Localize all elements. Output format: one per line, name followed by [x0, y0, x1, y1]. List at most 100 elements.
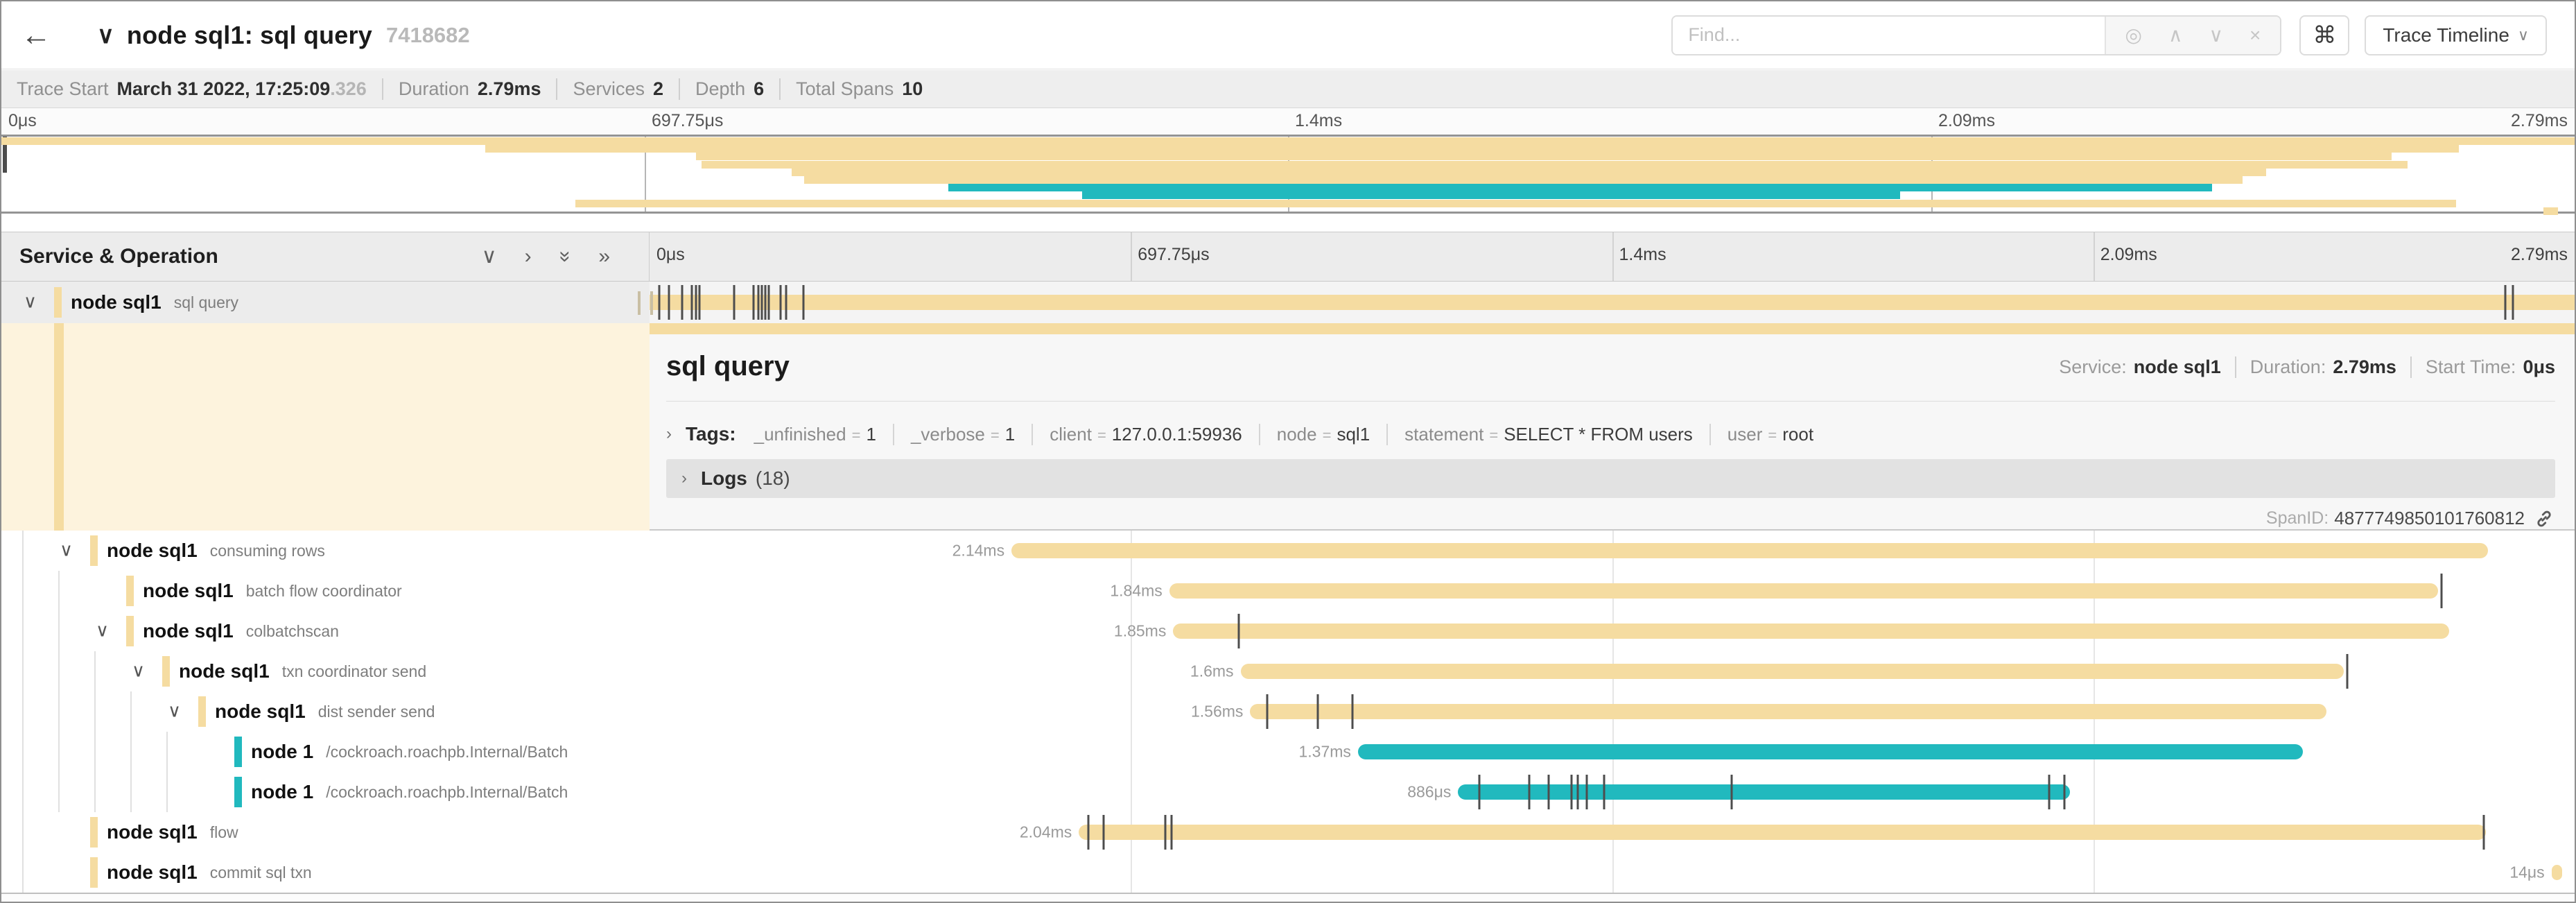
span-bar[interactable] — [1169, 583, 2438, 599]
service-name: node sql1 — [215, 700, 306, 723]
operation-name: dist sender send — [318, 703, 435, 721]
span-name-cell[interactable]: node sql1 commit sql txn — [1, 852, 650, 893]
span-row[interactable]: node sql1 commit sql txn 14μs — [1, 852, 2575, 893]
span-bar-cell[interactable]: 1.37ms — [650, 732, 2575, 772]
span-bar-cell[interactable]: 886μs — [650, 772, 2575, 812]
service-name: node sql1 — [107, 861, 198, 884]
span-row[interactable]: node sql1 colbatchscan ∨ 1.85ms — [1, 611, 2575, 651]
collapse-span-icon[interactable]: ∨ — [60, 539, 73, 560]
span-name-cell[interactable]: node 1 /cockroach.roachpb.Internal/Batch — [1, 732, 650, 772]
overview-label: Start Time: — [2426, 356, 2516, 378]
locate-icon[interactable]: ◎ — [2125, 24, 2142, 46]
time-tick-label: 2.09ms — [1938, 111, 1995, 131]
span-row[interactable]: node 1 /cockroach.roachpb.Internal/Batch… — [1, 772, 2575, 812]
span-name-cell[interactable]: node sql1 sql query ∨ — [1, 282, 650, 323]
log-marker-tick — [1351, 694, 1353, 729]
span-bar[interactable] — [1079, 825, 2486, 840]
span-name-cell[interactable]: node sql1 batch flow coordinator — [1, 571, 650, 611]
logs-row[interactable]: › Logs (18) — [666, 459, 2555, 498]
collapse-span-icon[interactable]: ∨ — [168, 700, 181, 721]
keyboard-shortcuts-button[interactable]: ⌘ — [2299, 15, 2349, 55]
span-bar-cell[interactable]: 1.6ms — [650, 651, 2575, 691]
tags-row[interactable]: › Tags: _unfinished = 1 _verbose = 1 cli… — [666, 415, 2555, 454]
span-bar[interactable] — [650, 295, 2575, 310]
indent-guide — [94, 691, 96, 732]
prev-result-icon[interactable]: ∧ — [2168, 24, 2183, 46]
clear-search-icon[interactable]: × — [2249, 24, 2261, 46]
tag-item[interactable]: statement = SELECT * FROM users — [1386, 424, 1693, 445]
tag-value: sql1 — [1337, 424, 1370, 445]
span-row[interactable]: node sql1 dist sender send ∨ 1.56ms — [1, 691, 2575, 732]
span-bar-cell[interactable]: 1.85ms — [650, 611, 2575, 651]
span-row[interactable]: node sql1 batch flow coordinator 1.84ms — [1, 571, 2575, 611]
expand-one-icon[interactable]: › — [525, 246, 532, 267]
tag-item[interactable]: _unfinished = 1 — [754, 424, 876, 445]
service-color-stripe — [90, 535, 98, 566]
service-color-stripe — [90, 817, 98, 848]
span-name-cell[interactable]: node sql1 txn coordinator send ∨ — [1, 651, 650, 691]
view-selector-label: Trace Timeline — [2383, 24, 2509, 46]
link-icon[interactable] — [2534, 509, 2554, 528]
indent-guide — [22, 812, 24, 852]
summary-value: 6 — [754, 78, 764, 100]
span-bar[interactable] — [1241, 664, 2344, 679]
collapse-span-icon[interactable]: ∨ — [132, 660, 145, 681]
span-row[interactable]: node sql1 flow 2.04ms — [1, 812, 2575, 852]
indent-guide — [22, 852, 24, 893]
operation-name: txn coordinator send — [282, 662, 426, 681]
collapse-all-icon[interactable]: » — [555, 251, 575, 263]
timeline-minimap[interactable] — [1, 135, 2575, 214]
span-name-cell[interactable]: node sql1 colbatchscan ∨ — [1, 611, 650, 651]
tag-item[interactable]: _verbose = 1 — [893, 424, 1015, 445]
log-marker-tick — [1547, 775, 1549, 809]
span-name-cell[interactable]: node sql1 dist sender send ∨ — [1, 691, 650, 732]
span-row[interactable]: node sql1 sql query ∨ — [1, 282, 2575, 323]
back-icon[interactable]: ← — [21, 18, 69, 53]
span-id-row: SpanID: 4877749850101760812 — [2266, 508, 2554, 529]
tag-item[interactable]: node = sql1 — [1259, 424, 1370, 445]
collapse-span-icon[interactable]: ∨ — [24, 291, 37, 312]
operation-name: sql query — [174, 293, 238, 312]
column-resizer-handle[interactable] — [638, 291, 653, 315]
indent-guide — [22, 732, 24, 772]
span-bar-cell[interactable]: 1.56ms — [650, 691, 2575, 732]
expand-all-icon[interactable]: » — [598, 246, 610, 267]
time-tick-label: 1.4ms — [1619, 245, 1666, 265]
span-detail-panel: sql query Service: node sql1 Duration: 2… — [650, 323, 2575, 531]
span-row[interactable]: node sql1 consuming rows ∨ 2.14ms — [1, 531, 2575, 571]
span-bar-cell[interactable]: 2.04ms — [650, 812, 2575, 852]
span-bar-cell[interactable] — [650, 282, 2575, 323]
summary-suffix: .326 — [330, 78, 367, 100]
span-bar[interactable] — [1173, 624, 2449, 639]
log-marker-tick — [761, 285, 763, 320]
find-input[interactable] — [1673, 17, 2104, 54]
collapse-one-icon[interactable]: ∨ — [482, 246, 497, 267]
span-bar[interactable] — [2552, 865, 2562, 880]
summary-label: Trace Start — [17, 78, 109, 100]
overview-label: Duration: — [2250, 356, 2326, 378]
span-row[interactable]: node sql1 txn coordinator send ∨ 1.6ms — [1, 651, 2575, 691]
indent-guide — [22, 651, 24, 691]
tag-item[interactable]: user = root — [1709, 424, 1813, 445]
span-bar[interactable] — [1250, 704, 2326, 719]
span-row[interactable]: node 1 /cockroach.roachpb.Internal/Batch… — [1, 732, 2575, 772]
below-rows-space — [1, 894, 2575, 903]
logs-title: Logs — [701, 467, 747, 490]
span-bar[interactable] — [1358, 744, 2304, 759]
service-name: node sql1 — [143, 620, 234, 642]
span-bar-cell[interactable]: 14μs — [650, 852, 2575, 893]
span-bar[interactable] — [1011, 543, 2488, 558]
span-name-cell[interactable]: node sql1 consuming rows ∨ — [1, 531, 650, 571]
view-selector-button[interactable]: Trace Timeline ∨ — [2365, 15, 2547, 55]
span-bar-cell[interactable]: 2.14ms — [650, 531, 2575, 571]
tag-item[interactable]: client = 127.0.0.1:59936 — [1032, 424, 1242, 445]
span-name-cell[interactable]: node sql1 flow — [1, 812, 650, 852]
next-result-icon[interactable]: ∨ — [2209, 24, 2223, 46]
span-name-cell[interactable]: node 1 /cockroach.roachpb.Internal/Batch — [1, 772, 650, 812]
span-bar-cell[interactable]: 1.84ms — [650, 571, 2575, 611]
collapse-span-icon[interactable]: ∨ — [96, 619, 109, 641]
span-bar[interactable] — [1458, 784, 2070, 800]
service-color-stripe — [198, 696, 206, 727]
log-marker-tick — [1586, 775, 1588, 809]
trace-collapse-icon[interactable]: ∨ — [97, 22, 114, 49]
